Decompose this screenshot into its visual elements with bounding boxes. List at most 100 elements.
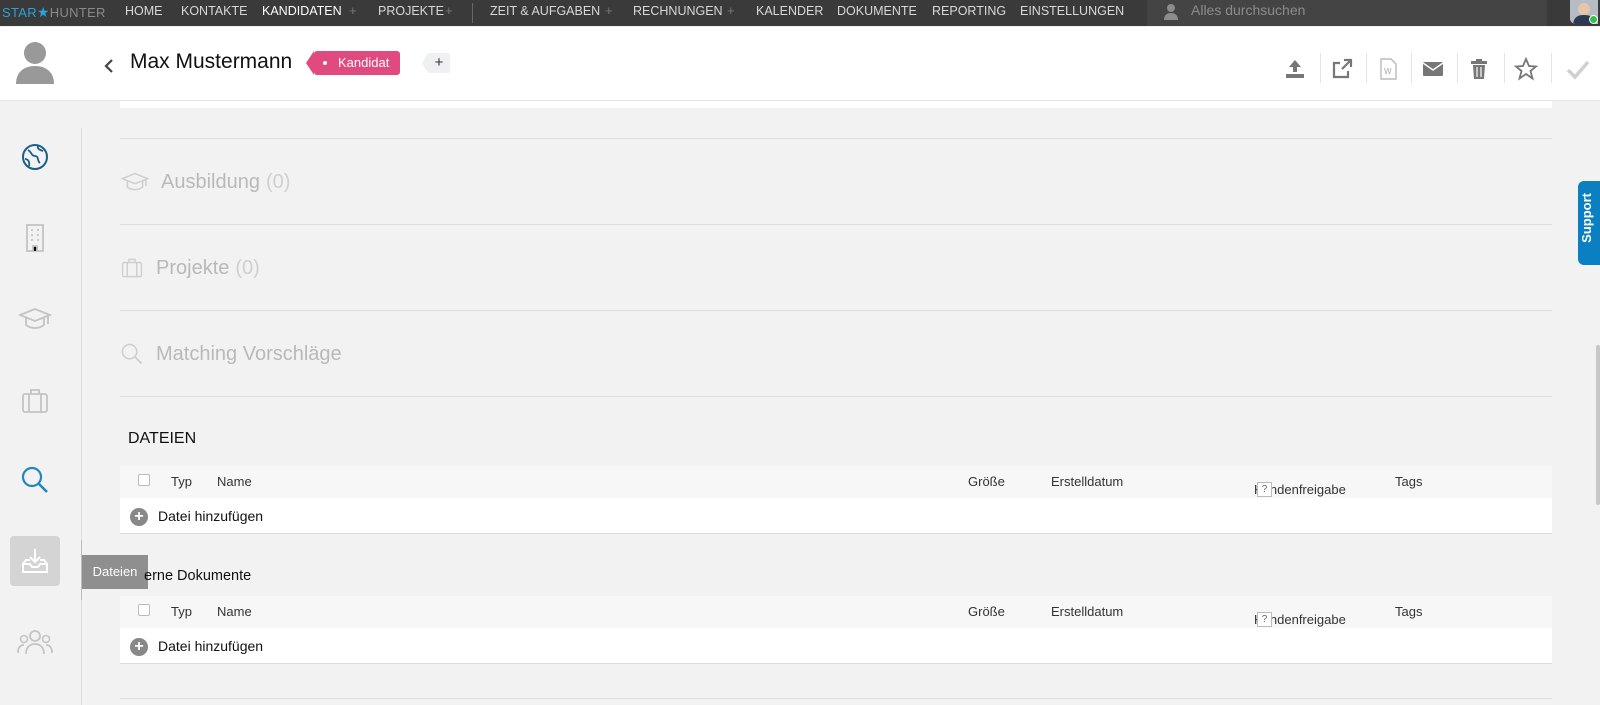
- candidate-name: Max Mustermann: [130, 50, 293, 73]
- action-divider: [1366, 53, 1367, 83]
- externe-dokumente-heading: erne Dokumente: [144, 568, 252, 584]
- sidebar-item-matching[interactable]: [10, 455, 60, 505]
- nav-reporting[interactable]: REPORTING: [932, 4, 1006, 18]
- sidebar-item-overview[interactable]: [10, 132, 60, 182]
- user-avatar[interactable]: [1570, 0, 1598, 24]
- user-icon: [1164, 4, 1178, 20]
- main-content: Ausbildung (0) Projekte (0) Matching Vorsc…: [120, 101, 1552, 705]
- tag-hole-icon: [323, 61, 327, 65]
- section-divider: [120, 698, 1552, 699]
- nav-rechnungen[interactable]: RECHNUNGEN: [633, 4, 723, 18]
- section-projekte[interactable]: Projekte (0): [120, 225, 1552, 311]
- section-title-projekte: Projekte (0): [156, 257, 260, 279]
- people-icon: [17, 630, 53, 655]
- nav-einstellungen[interactable]: EINSTELLUNGEN: [1020, 4, 1124, 18]
- column-typ[interactable]: Typ: [171, 474, 192, 489]
- action-divider: [1411, 53, 1412, 83]
- select-all-checkbox[interactable]: [138, 474, 150, 486]
- column-name[interactable]: Name: [217, 604, 252, 619]
- status-tag-label: Kandidat: [338, 55, 390, 70]
- help-icon[interactable]: ?: [1257, 482, 1272, 497]
- app-logo[interactable]: STAR★HUNTER: [2, 4, 106, 21]
- section-sidebar: [0, 128, 82, 705]
- column-tags[interactable]: Tags: [1395, 604, 1422, 619]
- top-navigation: STAR★HUNTER HOME KONTAKTE KANDIDATEN + P…: [0, 0, 1600, 26]
- column-erstelldatum[interactable]: Erstelldatum: [1051, 604, 1123, 619]
- building-icon: [26, 224, 44, 252]
- nav-divider: [472, 3, 473, 23]
- action-divider: [1504, 53, 1505, 83]
- add-file-row[interactable]: + Datei hinzufügen: [120, 498, 1552, 534]
- dateien-heading: DATEIEN: [128, 430, 197, 447]
- section-ausbildung[interactable]: Ausbildung (0): [120, 139, 1552, 225]
- star-icon: ★: [36, 4, 50, 20]
- plus-circle-icon: +: [130, 508, 148, 526]
- download-tray-icon: [22, 549, 48, 573]
- section-title-matching: Matching Vorschläge: [156, 343, 342, 365]
- chevron-left-icon[interactable]: [104, 59, 114, 73]
- table-header: Typ Name Größe Erstelldatum Kundenfreiga…: [120, 596, 1552, 628]
- online-status-indicator: [1589, 15, 1598, 24]
- scrollbar[interactable]: [1596, 345, 1600, 505]
- logo-star-text: STAR: [2, 5, 37, 20]
- nav-home[interactable]: HOME: [125, 4, 163, 18]
- nav-zeit-aufgaben[interactable]: ZEIT & AUFGABEN: [490, 4, 600, 18]
- nav-dokumente[interactable]: DOKUMENTE: [837, 4, 917, 18]
- column-name[interactable]: Name: [217, 474, 252, 489]
- external-link-icon[interactable]: [1330, 57, 1354, 81]
- svg-text:W: W: [1384, 67, 1392, 76]
- table-header: Typ Name Größe Erstelldatum Kundenfreiga…: [120, 466, 1552, 498]
- help-icon[interactable]: ?: [1257, 612, 1272, 627]
- support-button[interactable]: Support: [1578, 181, 1600, 265]
- add-file-label[interactable]: Datei hinzufügen: [158, 638, 263, 654]
- candidate-avatar-icon: [16, 42, 54, 84]
- support-label: Support: [1579, 193, 1594, 243]
- add-file-row[interactable]: + Datei hinzufügen: [120, 628, 1552, 664]
- sidebar-item-projekte[interactable]: [10, 376, 60, 426]
- status-tag[interactable]: Kandidat: [305, 51, 401, 75]
- add-tag-button[interactable]: +: [422, 53, 450, 73]
- add-file-label[interactable]: Datei hinzufügen: [158, 508, 263, 524]
- column-typ[interactable]: Typ: [171, 604, 192, 619]
- briefcase-icon: [22, 389, 48, 413]
- nav-rechnungen-add[interactable]: +: [727, 3, 735, 18]
- trash-icon[interactable]: [1467, 57, 1491, 81]
- record-header: Max Mustermann Kandidat + W: [0, 27, 1600, 101]
- nav-kontakte[interactable]: KONTAKTE: [181, 4, 247, 18]
- column-tags[interactable]: Tags: [1395, 474, 1422, 489]
- nav-projekte-add[interactable]: +: [445, 3, 453, 18]
- word-document-icon[interactable]: W: [1376, 57, 1400, 81]
- upload-icon[interactable]: [1283, 57, 1307, 81]
- section-title-ausbildung: Ausbildung (0): [161, 171, 291, 193]
- column-erstelldatum[interactable]: Erstelldatum: [1051, 474, 1123, 489]
- sidebar-item-ausbildung[interactable]: [10, 294, 60, 344]
- column-groesse[interactable]: Größe: [968, 474, 1005, 489]
- action-divider: [1320, 53, 1321, 83]
- nav-kalender[interactable]: KALENDER: [756, 4, 823, 18]
- section-matching[interactable]: Matching Vorschläge: [120, 311, 1552, 397]
- sidebar-item-contacts[interactable]: [10, 617, 60, 667]
- action-divider: [1551, 53, 1552, 83]
- select-all-checkbox[interactable]: [138, 604, 150, 616]
- nav-kandidaten-add[interactable]: +: [349, 3, 357, 18]
- plus-circle-icon: +: [130, 638, 148, 656]
- globe-icon: [22, 144, 48, 170]
- check-icon[interactable]: [1566, 57, 1590, 81]
- search-input[interactable]: Alles durchsuchen: [1191, 2, 1305, 18]
- search-icon: [121, 343, 143, 365]
- nav-kandidaten[interactable]: KANDIDATEN: [262, 4, 342, 18]
- nav-zeit-add[interactable]: +: [605, 3, 613, 18]
- sidebar-item-dateien[interactable]: [10, 536, 60, 586]
- briefcase-icon: [121, 258, 143, 278]
- search-icon: [21, 466, 48, 493]
- action-divider: [1457, 53, 1458, 83]
- nav-projekte[interactable]: PROJEKTE: [378, 4, 444, 18]
- graduation-cap-icon: [18, 308, 52, 329]
- previous-section-bottom: [120, 101, 1552, 108]
- star-icon[interactable]: [1514, 57, 1538, 81]
- logo-hunter-text: HUNTER: [49, 5, 106, 20]
- global-search[interactable]: Alles durchsuchen: [1147, 0, 1547, 26]
- column-groesse[interactable]: Größe: [968, 604, 1005, 619]
- mail-icon[interactable]: [1421, 57, 1445, 81]
- sidebar-item-company[interactable]: [10, 213, 60, 263]
